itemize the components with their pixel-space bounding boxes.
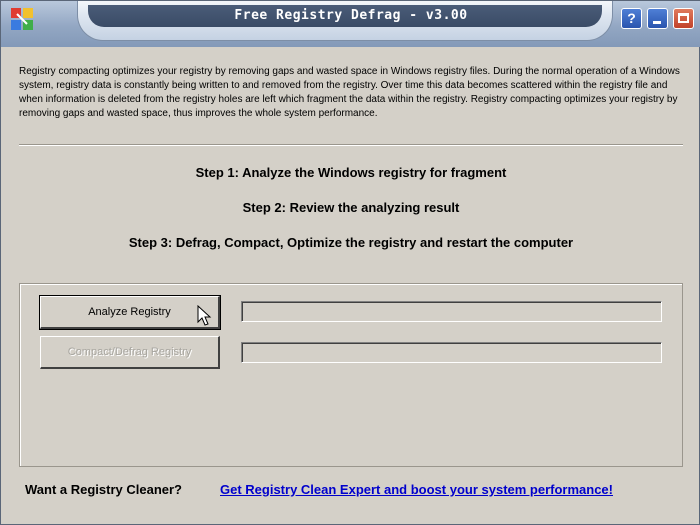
app-window: Free Registry Defrag - v3.00 ? Registry …: [0, 0, 700, 525]
analyze-registry-button[interactable]: Analyze Registry: [39, 295, 221, 330]
step-3-text: Step 3: Defrag, Compact, Optimize the re…: [128, 235, 574, 250]
maximize-icon: [678, 13, 689, 23]
title-bar[interactable]: Free Registry Defrag - v3.00 ?: [1, 1, 700, 47]
compact-progress-bar: [241, 342, 662, 363]
footer-question: Want a Registry Cleaner?: [25, 482, 183, 497]
minimize-icon: [653, 21, 661, 24]
maximize-button[interactable]: [673, 8, 694, 29]
minimize-button[interactable]: [647, 8, 668, 29]
window-title: Free Registry Defrag - v3.00: [234, 8, 468, 23]
description-text: Registry compacting optimizes your regis…: [19, 66, 680, 119]
step-1-text: Step 1: Analyze the Windows registry for…: [195, 165, 507, 180]
divider: [19, 144, 683, 146]
compact-defrag-button[interactable]: Compact/Defrag Registry: [40, 336, 220, 369]
registry-clean-expert-link[interactable]: Get Registry Clean Expert and boost your…: [220, 482, 613, 497]
analyze-progress-bar: [241, 301, 662, 322]
mouse-pointer-icon: [197, 305, 212, 326]
help-button[interactable]: ?: [621, 8, 642, 29]
help-icon: ?: [627, 10, 636, 26]
step-2-text: Step 2: Review the analyzing result: [242, 200, 460, 215]
